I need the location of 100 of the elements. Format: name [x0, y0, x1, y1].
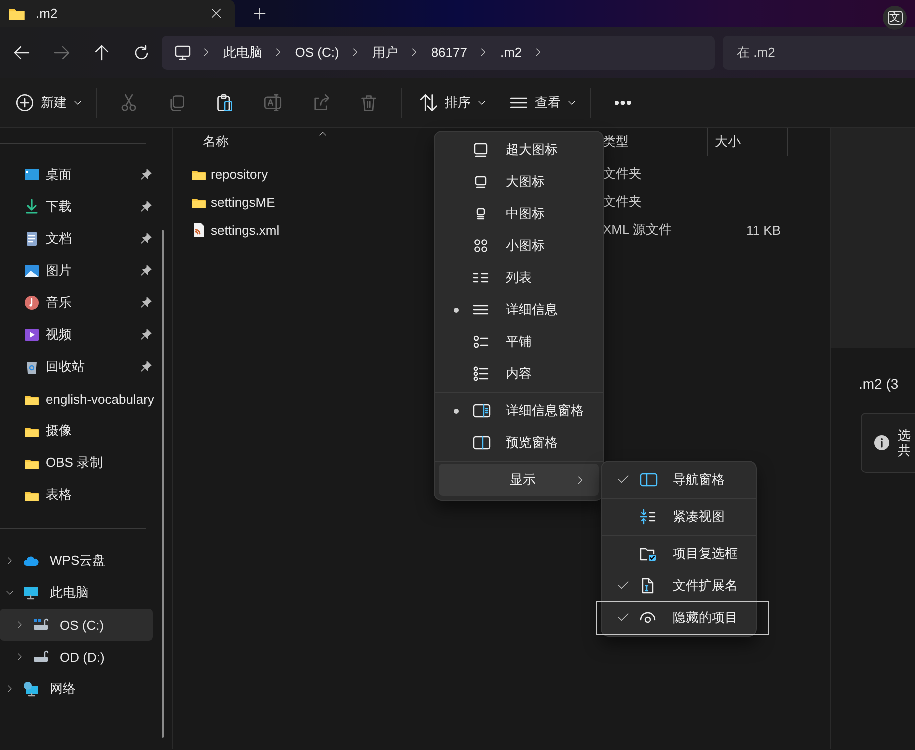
monitor-icon — [174, 44, 192, 60]
sidebar-item[interactable]: 文档 — [0, 223, 160, 255]
menu-item[interactable]: 项目复选框 — [602, 538, 752, 570]
sort-button[interactable]: 排序 — [414, 86, 492, 120]
tree-item[interactable]: 此电脑 — [0, 577, 153, 609]
sidebar-item[interactable]: 视频 — [0, 319, 160, 351]
recycle-bin-icon — [24, 359, 40, 375]
info-icon — [874, 435, 890, 451]
tree-item[interactable]: OD (D:) — [0, 641, 153, 673]
menu-item[interactable]: 预览窗格 — [435, 427, 599, 459]
share-icon — [312, 94, 330, 112]
compact-icon — [640, 509, 656, 525]
pin-icon — [141, 264, 152, 276]
search-field[interactable]: 在 .m2 — [723, 36, 915, 70]
sidebar-item[interactable]: 下载 — [0, 191, 160, 223]
music-icon — [24, 295, 40, 311]
menu-item[interactable]: 紧凑视图 — [602, 501, 752, 533]
new-button[interactable]: 新建 — [10, 86, 88, 120]
check-icon — [618, 580, 628, 590]
address-bar[interactable]: 此电脑 OS (C:) 用户 86177 .m2 — [162, 36, 716, 70]
menu-item[interactable]: 显示 — [439, 464, 599, 496]
menu-item[interactable]: 详细信息窗格 — [435, 395, 599, 427]
preview-pane-icon — [473, 435, 491, 451]
sort-up-icon — [318, 130, 328, 138]
back-arrow-icon — [14, 44, 30, 60]
menu-item[interactable]: 平铺 — [435, 326, 599, 358]
check-icon — [618, 474, 628, 484]
chevron-icon — [479, 48, 488, 57]
refresh-icon — [134, 44, 150, 60]
plus-circle-icon — [16, 94, 34, 112]
chevron-down-icon — [478, 98, 486, 106]
tree-item[interactable]: 网络 — [0, 673, 153, 705]
breadcrumb-item[interactable]: 用户 — [360, 44, 410, 62]
sidebar-item[interactable]: 音乐 — [0, 287, 160, 319]
trash-icon — [360, 94, 378, 112]
sidebar-item[interactable]: 图片 — [0, 255, 160, 287]
sidebar-item[interactable]: 摄像 — [0, 415, 160, 447]
menu-item[interactable]: 文件扩展名 — [602, 570, 752, 602]
file-type: 文件夹 — [602, 165, 643, 183]
copy-icon — [168, 94, 186, 112]
details-pane-icon — [473, 403, 491, 419]
file-name[interactable]: settings.xml — [211, 222, 280, 238]
file-name[interactable]: settingsME — [211, 194, 276, 210]
download-icon — [24, 199, 40, 215]
sidebar-item[interactable]: 桌面 — [0, 159, 160, 191]
sidebar-item[interactable]: 表格 — [0, 479, 160, 511]
tiles-icon — [473, 334, 489, 350]
chevron-icon — [410, 48, 420, 57]
tree-item[interactable]: WPS云盘 — [0, 545, 153, 577]
up-arrow-icon — [94, 44, 110, 60]
pin-icon — [141, 328, 152, 340]
drive-icon — [32, 649, 50, 665]
info-text: 共 — [898, 443, 911, 458]
chevron-down-icon — [568, 98, 576, 106]
picture-icon — [24, 263, 40, 279]
breadcrumb-item[interactable]: 86177 — [419, 45, 480, 60]
menu-item[interactable]: 小图标 — [435, 230, 599, 262]
breadcrumb-item[interactable]: OS (C:) — [283, 45, 352, 60]
menu-item[interactable]: 隐藏的项目 — [597, 602, 768, 634]
file-type: XML 源文件 — [602, 221, 673, 239]
menu-item[interactable]: 导航窗格 — [602, 464, 752, 496]
chevron-icon — [202, 48, 212, 57]
video-icon — [24, 327, 40, 343]
menu-item[interactable]: 内容 — [435, 358, 599, 390]
file-name[interactable]: repository — [211, 166, 268, 182]
xml-file-icon — [191, 222, 207, 238]
chevron-icon — [16, 653, 24, 661]
pin-icon — [141, 168, 152, 180]
close-icon — [210, 8, 222, 19]
scrollbar[interactable] — [162, 230, 164, 738]
column-header[interactable]: 大小 — [708, 128, 788, 156]
document-icon — [24, 231, 40, 247]
tab[interactable]: .m2 — [0, 0, 235, 27]
forward-arrow-icon — [54, 44, 70, 60]
plus-icon — [254, 8, 266, 20]
desktop-icon — [24, 167, 40, 183]
chevron-icon — [6, 685, 14, 693]
pin-icon — [141, 296, 152, 308]
menu-item[interactable]: 详细信息 — [435, 294, 599, 326]
tree-item[interactable]: OS (C:) — [0, 609, 153, 641]
menu-item[interactable]: 超大图标 — [435, 134, 599, 166]
menu-item[interactable]: 大图标 — [435, 166, 599, 198]
file-icon — [640, 578, 656, 594]
menu-item[interactable]: 列表 — [435, 262, 599, 294]
breadcrumb-item[interactable]: 此电脑 — [211, 44, 274, 62]
sidebar-item[interactable]: english-vocabulary — [0, 383, 160, 415]
sidebar-item[interactable]: 回收站 — [0, 351, 160, 383]
grid-icon — [473, 238, 489, 254]
sidebar-item[interactable]: OBS 录制 — [0, 447, 160, 479]
chevron-down-icon — [6, 589, 14, 597]
menu-item[interactable]: 中图标 — [435, 198, 599, 230]
breadcrumb-item[interactable]: .m2 — [488, 45, 534, 60]
file-size: 11 KB — [746, 222, 782, 238]
chevron-icon — [351, 48, 360, 57]
monitor-icon — [473, 174, 489, 190]
chevron-icon — [274, 48, 284, 57]
view-button[interactable]: 查看 — [504, 86, 582, 120]
eye-icon — [640, 610, 656, 626]
tab-title: .m2 — [36, 6, 59, 21]
scissors-icon — [120, 94, 138, 112]
